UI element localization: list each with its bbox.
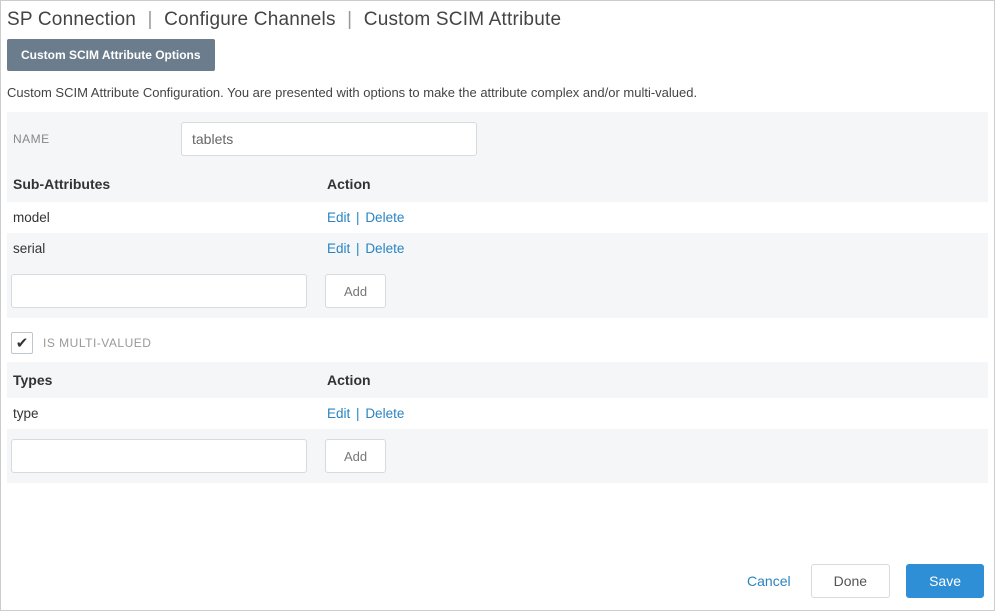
table-row: serial Edit | Delete (7, 233, 988, 264)
breadcrumb-item: SP Connection (7, 9, 136, 30)
save-button[interactable]: Save (906, 564, 984, 598)
breadcrumb: SP Connection | Configure Channels | Cus… (1, 1, 994, 37)
delete-link[interactable]: Delete (365, 406, 404, 421)
description-text: Custom SCIM Attribute Configuration. You… (1, 81, 994, 112)
delete-link[interactable]: Delete (365, 210, 404, 225)
delete-link[interactable]: Delete (365, 241, 404, 256)
add-sub-attribute-button[interactable]: Add (325, 274, 386, 308)
edit-link[interactable]: Edit (327, 406, 350, 421)
types-header-name: Types (7, 362, 321, 398)
breadcrumb-item: Configure Channels (164, 9, 336, 30)
new-type-input[interactable] (11, 439, 307, 473)
sub-attributes-header-action: Action (321, 166, 988, 202)
breadcrumb-separator: | (142, 9, 159, 30)
is-multi-valued-label: IS MULTI-VALUED (43, 336, 151, 350)
name-input[interactable] (181, 122, 477, 156)
new-sub-attribute-input[interactable] (11, 274, 307, 308)
name-label: NAME (11, 132, 181, 146)
tab-custom-scim-attribute-options[interactable]: Custom SCIM Attribute Options (7, 39, 215, 71)
table-row: model Edit | Delete (7, 202, 988, 233)
done-button[interactable]: Done (811, 564, 890, 598)
sub-attributes-header-name: Sub-Attributes (7, 166, 321, 202)
breadcrumb-separator: | (341, 9, 358, 30)
edit-link[interactable]: Edit (327, 210, 350, 225)
breadcrumb-item: Custom SCIM Attribute (364, 9, 561, 30)
types-header-action: Action (321, 362, 988, 398)
is-multi-valued-checkbox[interactable]: ✔ (11, 332, 33, 354)
sub-attribute-name: model (7, 202, 321, 233)
type-name: type (7, 398, 321, 429)
edit-link[interactable]: Edit (327, 241, 350, 256)
add-type-button[interactable]: Add (325, 439, 386, 473)
action-separator: | (354, 210, 362, 225)
action-separator: | (354, 406, 362, 421)
cancel-button[interactable]: Cancel (743, 567, 795, 595)
table-row: type Edit | Delete (7, 398, 988, 429)
action-separator: | (354, 241, 362, 256)
sub-attribute-name: serial (7, 233, 321, 264)
